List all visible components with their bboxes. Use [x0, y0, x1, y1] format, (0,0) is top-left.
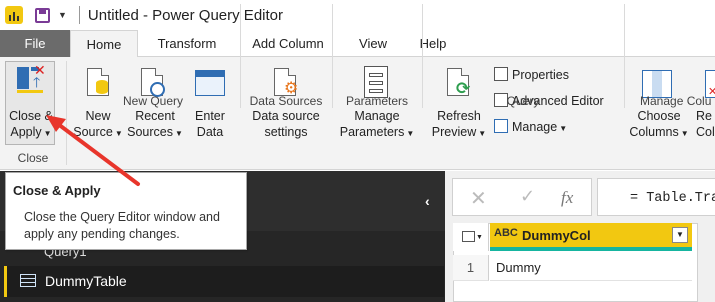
save-icon[interactable]: [35, 7, 50, 23]
enter-data-line1: Enter: [195, 109, 225, 123]
group-label-manage-columns: Manage Colu: [640, 94, 712, 108]
power-bi-logo-icon: [5, 6, 23, 24]
row-number: 1: [453, 255, 489, 281]
manage-parameters-line2: Parameters ▼: [339, 125, 415, 139]
manage-query-icon: [494, 119, 508, 133]
enter-data-line2: Data: [196, 125, 224, 139]
close-apply-line1: Close &: [9, 109, 53, 123]
window-title: Untitled - Power Query Editor: [87, 6, 283, 24]
new-source-button[interactable]: New Source ▼: [70, 108, 126, 142]
ribbon-tabs: File Home Transform Add Column View Help: [0, 30, 715, 58]
table-icon: [462, 231, 475, 242]
tooltip-title: Close & Apply: [13, 183, 101, 198]
chevron-down-icon: ▼: [476, 234, 483, 241]
table-icon: [20, 274, 36, 287]
refresh-preview-button[interactable]: Refresh Preview ▼: [428, 108, 490, 142]
query-item-label: DummyTable: [45, 273, 127, 289]
enter-data-icon: [195, 70, 225, 96]
column-name: DummyCol: [522, 228, 591, 243]
table-cell[interactable]: Dummy: [490, 255, 692, 281]
manage-parameters-button[interactable]: Manage Parameters ▼: [334, 108, 420, 142]
remove-columns-line2: Colu: [696, 125, 715, 139]
enter-data-button[interactable]: Enter Data: [187, 108, 233, 140]
tab-home[interactable]: Home: [70, 30, 138, 58]
recent-sources-line1: Recent: [135, 109, 175, 123]
recent-sources-button[interactable]: Recent Sources ▼: [126, 108, 184, 142]
group-separator: [422, 4, 423, 108]
recent-sources-line2: Sources ▼: [127, 125, 183, 139]
commit-formula-icon[interactable]: ✓: [520, 186, 535, 207]
choose-columns-button[interactable]: Choose Columns ▼: [628, 108, 690, 142]
query-item-dummytable[interactable]: DummyTable: [4, 266, 444, 297]
group-label-data-sources: Data Sources: [249, 94, 323, 108]
refresh-preview-icon: ⟳: [447, 68, 470, 97]
group-label-query: Query: [506, 94, 540, 108]
close-apply-line2: Apply ▼: [10, 125, 52, 139]
group-separator: [66, 61, 67, 165]
column-header-dummycol[interactable]: ABC DummyCol ▼: [490, 223, 692, 251]
formula-text: = Table.Tra: [630, 191, 715, 206]
title-bar: ▼ Untitled - Power Query Editor: [0, 0, 715, 30]
close-apply-tooltip: Close & Apply Close the Query Editor win…: [5, 172, 247, 250]
table-menu-button[interactable]: ▼: [453, 223, 489, 251]
manage-parameters-line1: Manage: [354, 109, 400, 123]
formula-bar[interactable]: = Table.Tra: [597, 178, 715, 216]
group-separator: [240, 4, 241, 108]
group-label-parameters: Parameters: [345, 94, 409, 108]
close-apply-button[interactable]: Close & Apply ▼: [7, 108, 55, 142]
choose-columns-line1: Choose: [637, 109, 681, 123]
tab-help[interactable]: Help: [410, 30, 456, 57]
new-source-line1: New: [85, 109, 111, 123]
remove-columns-line1: Re: [696, 109, 712, 123]
properties-label: Properties: [512, 68, 569, 82]
column-filter-dropdown-icon[interactable]: ▼: [672, 227, 688, 243]
title-separator: [78, 6, 80, 24]
group-separator: [624, 4, 625, 108]
group-label-close: Close: [17, 151, 49, 165]
properties-button[interactable]: Properties: [494, 67, 569, 82]
tooltip-description: Close the Query Editor window and apply …: [24, 210, 220, 241]
collapse-pane-icon[interactable]: ‹: [425, 193, 430, 209]
group-label-new-query: New Query: [122, 94, 184, 108]
data-source-settings-line2: settings: [264, 125, 308, 139]
tab-transform[interactable]: Transform: [146, 30, 228, 57]
properties-icon: [494, 67, 508, 81]
cancel-formula-icon[interactable]: ✕: [470, 186, 487, 211]
refresh-preview-line1: Refresh: [437, 109, 481, 123]
new-source-line2: Source ▼: [73, 125, 123, 139]
manage-query-label: Manage: [512, 120, 558, 134]
remove-columns-button[interactable]: Re Colu: [696, 108, 715, 140]
tab-view[interactable]: View: [350, 30, 396, 57]
manage-query-button[interactable]: Manage ▼: [494, 119, 567, 134]
data-source-settings-button[interactable]: Data source settings: [244, 108, 328, 140]
close-apply-icon: ✕ 🡑: [17, 63, 46, 93]
group-separator: [332, 4, 333, 108]
text-type-icon[interactable]: ABC: [494, 227, 518, 239]
fx-icon[interactable]: fx: [561, 188, 573, 208]
recent-sources-icon: [141, 68, 165, 97]
refresh-preview-line2: Preview ▼: [431, 125, 487, 139]
new-source-icon: [87, 68, 109, 96]
data-source-settings-icon: ⚙: [274, 68, 298, 97]
tab-add-column[interactable]: Add Column: [240, 30, 336, 57]
choose-columns-line2: Columns ▼: [629, 125, 689, 139]
tab-file[interactable]: File: [0, 30, 70, 57]
quick-access-dropdown-icon[interactable]: ▼: [58, 10, 67, 20]
data-source-settings-line1: Data source: [252, 109, 320, 123]
